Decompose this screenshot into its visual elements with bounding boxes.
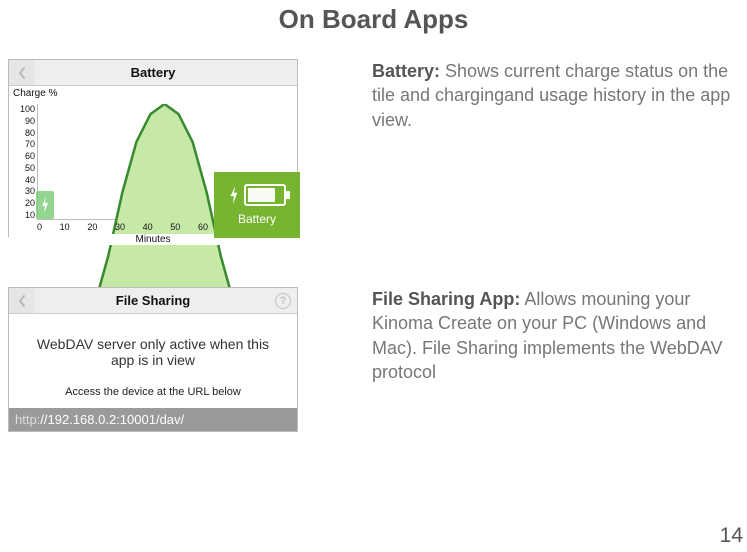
battery-heading: Battery:	[372, 61, 440, 81]
ytick: 70	[15, 139, 35, 149]
xtick: 0	[37, 222, 42, 232]
chart-ylabel: Charge %	[13, 88, 57, 99]
url-rest: //192.168.0.2:10001/dav/	[40, 412, 184, 427]
filesharing-row: File Sharing ? WebDAV server only active…	[0, 287, 747, 432]
bolt-icon	[228, 186, 240, 204]
filesharing-url: http://192.168.0.2:10001/dav/	[9, 408, 297, 431]
filesharing-card-header: File Sharing ?	[9, 288, 297, 314]
filesharing-heading: File Sharing App:	[372, 289, 520, 309]
battery-tile-label: Battery	[214, 212, 300, 226]
xtick: 20	[87, 222, 97, 232]
chart-yticks: 100 90 80 70 60 50 40 30 20 10	[15, 90, 37, 234]
ytick: 90	[15, 116, 35, 126]
ytick: 50	[15, 163, 35, 173]
charging-start-icon	[36, 191, 54, 219]
battery-left-col: Battery Charge % 100 90 80 70 60 50 40 3…	[0, 59, 310, 237]
filesharing-card: File Sharing ? WebDAV server only active…	[8, 287, 298, 432]
battery-card-title: Battery	[9, 65, 297, 80]
ytick: 30	[15, 186, 35, 196]
ytick: 40	[15, 175, 35, 185]
xtick: 60	[198, 222, 208, 232]
filesharing-left-col: File Sharing ? WebDAV server only active…	[0, 287, 310, 432]
help-button[interactable]: ?	[275, 293, 291, 309]
ytick: 60	[15, 151, 35, 161]
xtick: 40	[143, 222, 153, 232]
battery-card-header: Battery	[9, 60, 297, 86]
battery-icon	[244, 184, 286, 206]
battery-description: Battery: Shows current charge status on …	[310, 59, 747, 132]
battery-tile-row	[214, 172, 300, 212]
xtick: 50	[170, 222, 180, 232]
xtick: 30	[115, 222, 125, 232]
filesharing-description: File Sharing App: Allows mouning your Ki…	[310, 287, 747, 384]
url-scheme: http:	[15, 412, 40, 427]
filesharing-message: WebDAV server only active when this app …	[9, 314, 297, 386]
xtick: 10	[60, 222, 70, 232]
ytick: 80	[15, 128, 35, 138]
ytick: 10	[15, 210, 35, 220]
battery-row: Battery Charge % 100 90 80 70 60 50 40 3…	[0, 59, 747, 237]
page-number: 14	[720, 524, 743, 548]
filesharing-body: WebDAV server only active when this app …	[9, 314, 297, 408]
filesharing-hint: Access the device at the URL below	[9, 386, 297, 408]
battery-tile[interactable]: Battery	[214, 172, 300, 238]
ytick: 20	[15, 198, 35, 208]
filesharing-card-title: File Sharing	[9, 293, 297, 308]
ytick: 100	[15, 104, 35, 114]
page-title: On Board Apps	[0, 0, 747, 35]
